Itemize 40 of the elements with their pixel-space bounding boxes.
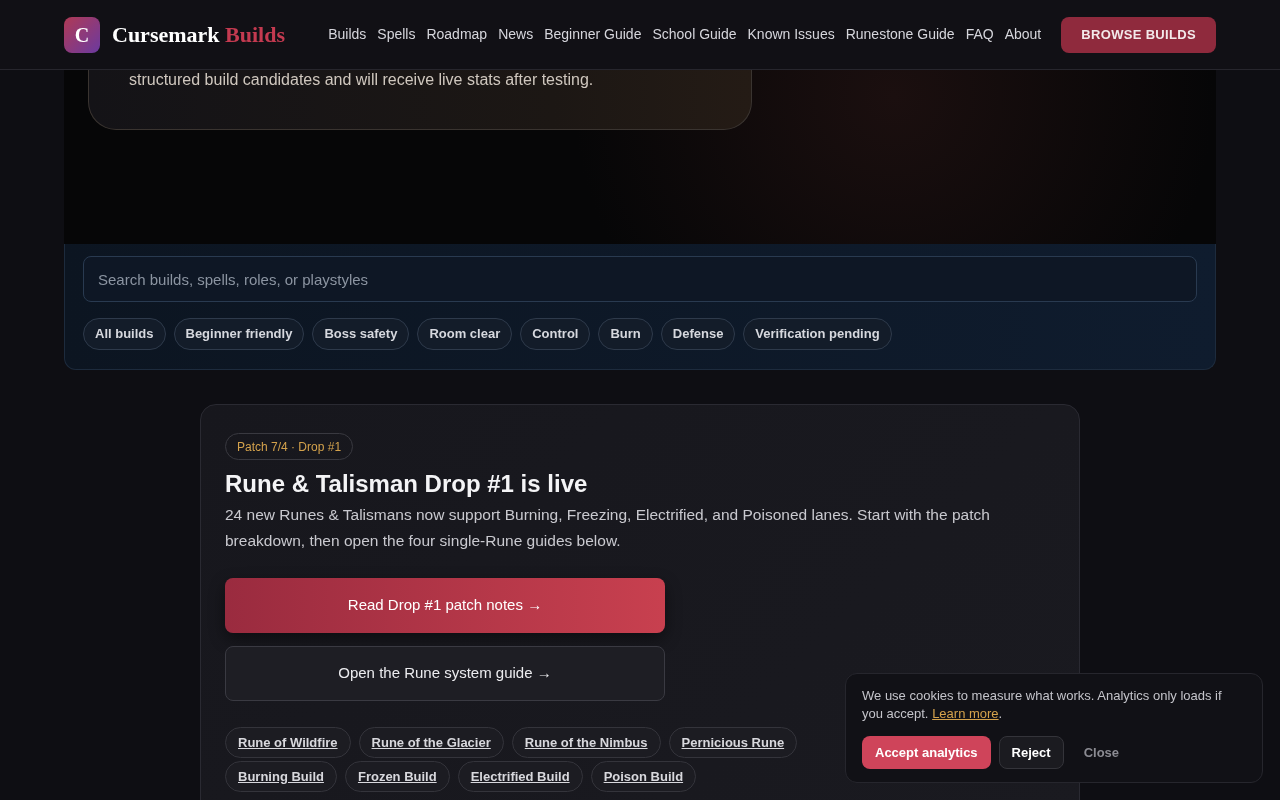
nav-link[interactable]: Spells <box>377 24 416 45</box>
rune-guide-button[interactable]: Open the Rune system guide → <box>225 646 665 701</box>
nav-link[interactable]: School Guide <box>652 24 737 45</box>
nav-link[interactable]: Builds <box>328 24 367 45</box>
filter-chip[interactable]: Beginner friendly <box>173 318 305 350</box>
browse-builds-button[interactable]: BROWSE BUILDS <box>1061 16 1216 53</box>
announcement-title: Rune & Talisman Drop #1 is live <box>225 469 589 499</box>
hero-description: structured build candidates and will receive live stats after testing. <box>129 70 595 89</box>
site-logo-text[interactable]: Cursemark Builds <box>112 18 285 51</box>
rune-link[interactable]: Rune of the Glacier <box>358 727 504 758</box>
reject-button[interactable]: Reject <box>998 736 1064 769</box>
patch-notes-button[interactable]: Read Drop #1 patch notes → <box>225 578 665 633</box>
learn-more-link[interactable]: Learn more <box>932 706 999 721</box>
nav-link[interactable]: Runestone Guide <box>845 24 955 45</box>
filter-chip[interactable]: Boss safety <box>312 318 410 350</box>
build-link[interactable]: Electrified Build <box>457 761 583 792</box>
rune-link[interactable]: Rune of the Nimbus <box>511 727 661 758</box>
nav-link[interactable]: Roadmap <box>426 24 488 45</box>
nav-link[interactable]: News <box>498 24 534 45</box>
build-link[interactable]: Burning Build <box>225 761 337 792</box>
rune-link[interactable]: Pernicious Rune <box>668 727 798 758</box>
search-field[interactable]: Search builds, spells, roles, or playstyles <box>83 256 1197 302</box>
logo-mark[interactable]: C <box>64 16 100 53</box>
filter-chip[interactable]: All builds <box>83 318 166 350</box>
rune-link[interactable]: Rune of Wildfire <box>225 727 351 758</box>
accept-analytics-button[interactable]: Accept analytics <box>862 736 991 769</box>
close-button[interactable]: Close <box>1071 736 1132 769</box>
nav-link[interactable]: Known Issues <box>747 24 835 45</box>
announcement-text: 24 new Runes & Talismans now support Burning, Freezing, Electrified, and Poisoned lanes. Start with the patch breakdown, then open the four single-Rune guides below. <box>225 505 991 551</box>
nav-link[interactable]: About <box>1004 24 1042 45</box>
nav-link[interactable]: FAQ <box>965 24 994 45</box>
filter-chip[interactable]: Control <box>520 318 591 350</box>
filter-chip[interactable]: Defense <box>660 318 736 350</box>
cookie-notice: We use cookies to measure what works. Analytics only loads if you accept. Learn more. <box>862 687 1223 723</box>
build-link[interactable]: Poison Build <box>590 761 697 792</box>
nav-link[interactable]: Beginner Guide <box>544 24 642 45</box>
build-link[interactable]: Frozen Build <box>344 761 450 792</box>
filter-chip[interactable]: Burn <box>598 318 653 350</box>
filter-chip[interactable]: Verification pending <box>743 318 892 350</box>
filter-chip[interactable]: Room clear <box>417 318 513 350</box>
